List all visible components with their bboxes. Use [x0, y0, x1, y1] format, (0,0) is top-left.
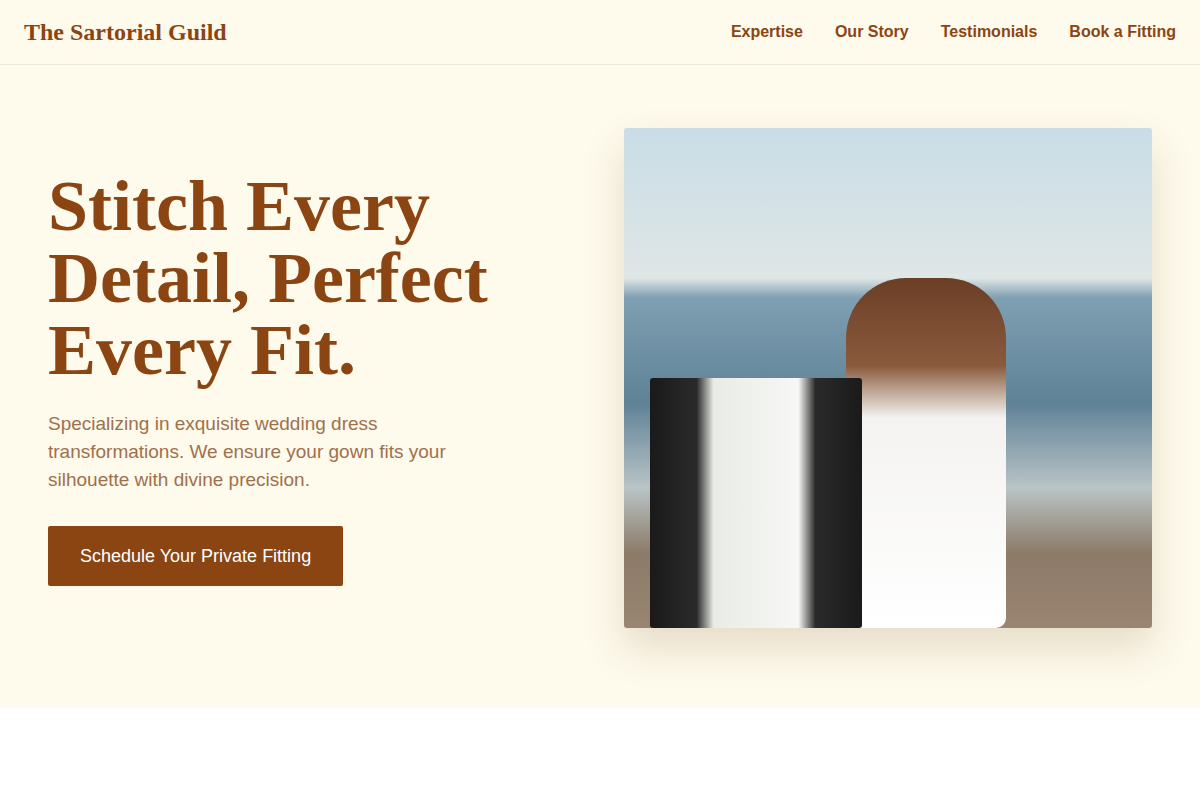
brand-logo[interactable]: The Sartorial Guild: [24, 19, 227, 46]
hero-description: Specializing in exquisite wedding dress …: [48, 410, 518, 494]
nav-link[interactable]: Testimonials: [941, 23, 1038, 41]
lower-section: [0, 708, 1200, 800]
hero-photo: [624, 128, 1152, 628]
hero-section: Stitch Every Detail, Perfect Every Fit. S…: [0, 65, 1200, 708]
header: The Sartorial Guild Expertise Our Story Tes…: [0, 0, 1200, 65]
inset-photo: [650, 378, 862, 628]
nav-link[interactable]: Book a Fitting: [1069, 23, 1176, 41]
nav-link[interactable]: Expertise: [731, 23, 803, 41]
nav-link[interactable]: Our Story: [835, 23, 909, 41]
cta-button[interactable]: Schedule Your Private Fitting: [48, 526, 343, 586]
hero-copy: Stitch Every Detail, Perfect Every Fit. S…: [48, 128, 576, 628]
hero-heading: Stitch Every Detail, Perfect Every Fit.: [48, 170, 576, 386]
bride-figure: [846, 278, 1006, 628]
main-nav: Expertise Our Story Testimonials Book a Fit…: [731, 23, 1176, 41]
page: The Sartorial Guild Expertise Our Story Tes…: [0, 0, 1200, 800]
